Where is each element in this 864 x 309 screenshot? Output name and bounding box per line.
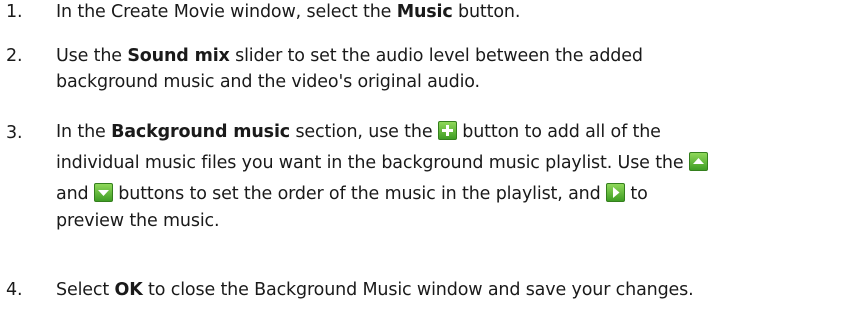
step-text: Use the Sound mix slider to set the audi…	[56, 46, 643, 92]
up-arrow-icon	[688, 152, 708, 171]
step-text: Select OK to close the Background Music …	[56, 280, 694, 300]
step-number: 2.	[6, 46, 23, 66]
sound-mix-label: Sound mix	[127, 46, 230, 66]
down-arrow-icon	[93, 183, 113, 202]
ok-button-label: OK	[114, 280, 143, 300]
background-music-label: Background music	[111, 122, 291, 142]
play-icon	[605, 183, 625, 202]
step-number: 1.	[6, 2, 23, 22]
step-number: 3.	[6, 123, 23, 143]
step-number: 4.	[6, 280, 23, 300]
instruction-list: 1. In the Create Movie window, select th…	[0, 0, 864, 309]
plus-icon	[437, 121, 457, 140]
music-button-label: Music	[396, 2, 453, 22]
step-text: In the Background music section, use the…	[56, 117, 824, 232]
step-text: In the Create Movie window, select the M…	[56, 2, 521, 22]
